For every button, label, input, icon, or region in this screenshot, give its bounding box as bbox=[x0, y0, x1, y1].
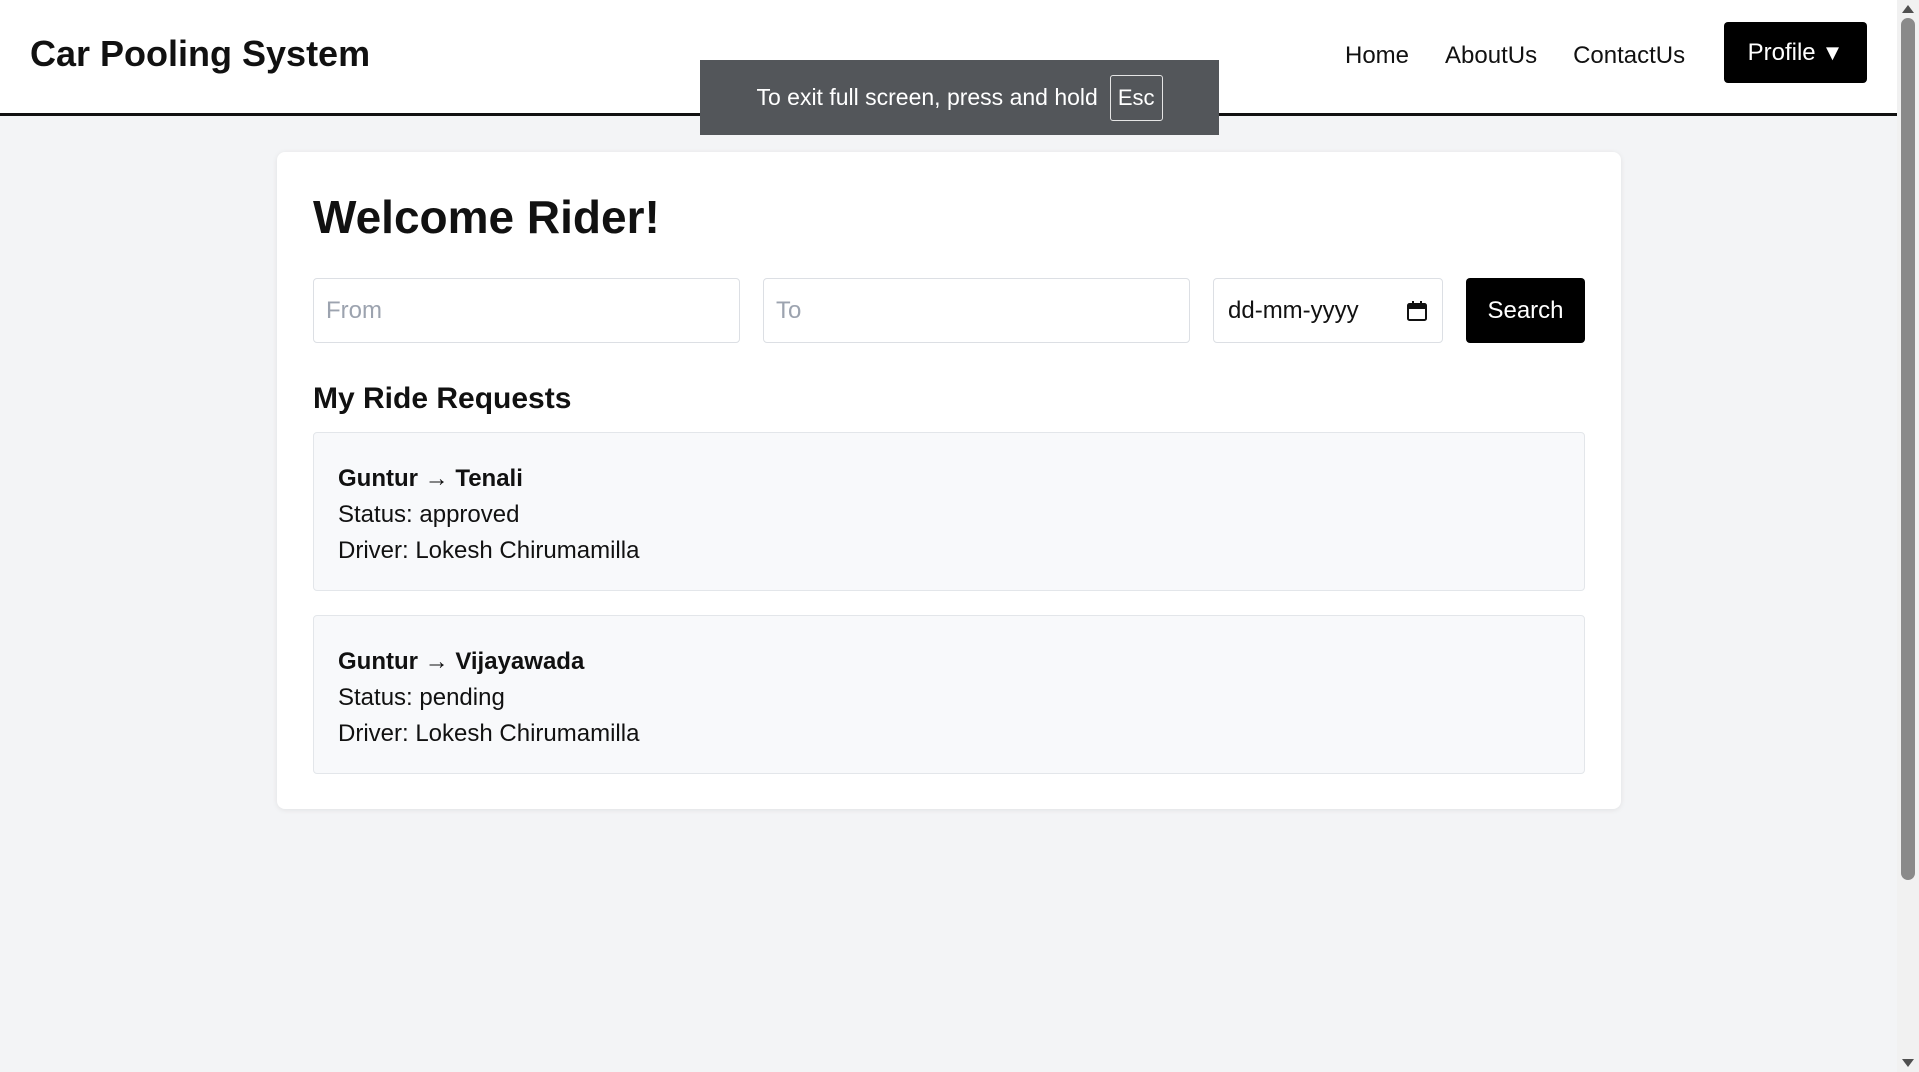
date-placeholder: dd-mm-yyyy bbox=[1228, 296, 1359, 324]
fullscreen-toast-text: To exit full screen, press and hold bbox=[756, 84, 1098, 110]
ride-route: Guntur → Tenali bbox=[338, 465, 523, 492]
profile-dropdown-button[interactable]: Profile ▼ bbox=[1724, 22, 1867, 83]
brand-title[interactable]: Car Pooling System bbox=[30, 33, 370, 75]
calendar-icon[interactable] bbox=[1406, 300, 1428, 322]
ride-request-list: Guntur → Tenali Status: approved Driver:… bbox=[313, 432, 1585, 798]
to-input[interactable] bbox=[763, 278, 1190, 343]
nav-link-home[interactable]: Home bbox=[1345, 42, 1409, 70]
fullscreen-exit-toast: To exit full screen, press and hold Esc bbox=[700, 60, 1219, 135]
scroll-down-arrow-icon[interactable] bbox=[1902, 1059, 1914, 1067]
section-title-ride-requests: My Ride Requests bbox=[313, 382, 572, 415]
from-input[interactable] bbox=[313, 278, 740, 343]
ride-driver: Driver: Lokesh Chirumamilla bbox=[338, 537, 640, 564]
rider-dashboard-card: Welcome Rider! dd-mm-yyyy Search My Ride… bbox=[277, 152, 1621, 809]
page-title: Welcome Rider! bbox=[313, 191, 660, 243]
ride-status: Status: approved bbox=[338, 501, 520, 528]
ride-request-card: Guntur → Vijayawada Status: pending Driv… bbox=[313, 615, 1585, 774]
ride-status: Status: pending bbox=[338, 684, 505, 711]
caret-down-icon: ▼ bbox=[1821, 39, 1844, 65]
nav-link-aboutus[interactable]: AboutUs bbox=[1445, 42, 1537, 70]
page: Car Pooling System Home AboutUs ContactU… bbox=[0, 0, 1897, 1072]
profile-label: Profile bbox=[1747, 38, 1816, 66]
nav-link-contactus[interactable]: ContactUs bbox=[1573, 42, 1685, 70]
ride-route: Guntur → Vijayawada bbox=[338, 648, 585, 675]
vertical-scrollbar[interactable] bbox=[1897, 0, 1919, 1072]
ride-driver: Driver: Lokesh Chirumamilla bbox=[338, 720, 640, 747]
date-input[interactable]: dd-mm-yyyy bbox=[1213, 278, 1443, 343]
search-button[interactable]: Search bbox=[1466, 278, 1585, 343]
ride-request-card: Guntur → Tenali Status: approved Driver:… bbox=[313, 432, 1585, 591]
scroll-up-arrow-icon[interactable] bbox=[1902, 5, 1914, 13]
nav-links: Home AboutUs ContactUs bbox=[1345, 42, 1685, 70]
esc-key-hint: Esc bbox=[1109, 74, 1163, 121]
scrollbar-thumb[interactable] bbox=[1901, 18, 1915, 880]
